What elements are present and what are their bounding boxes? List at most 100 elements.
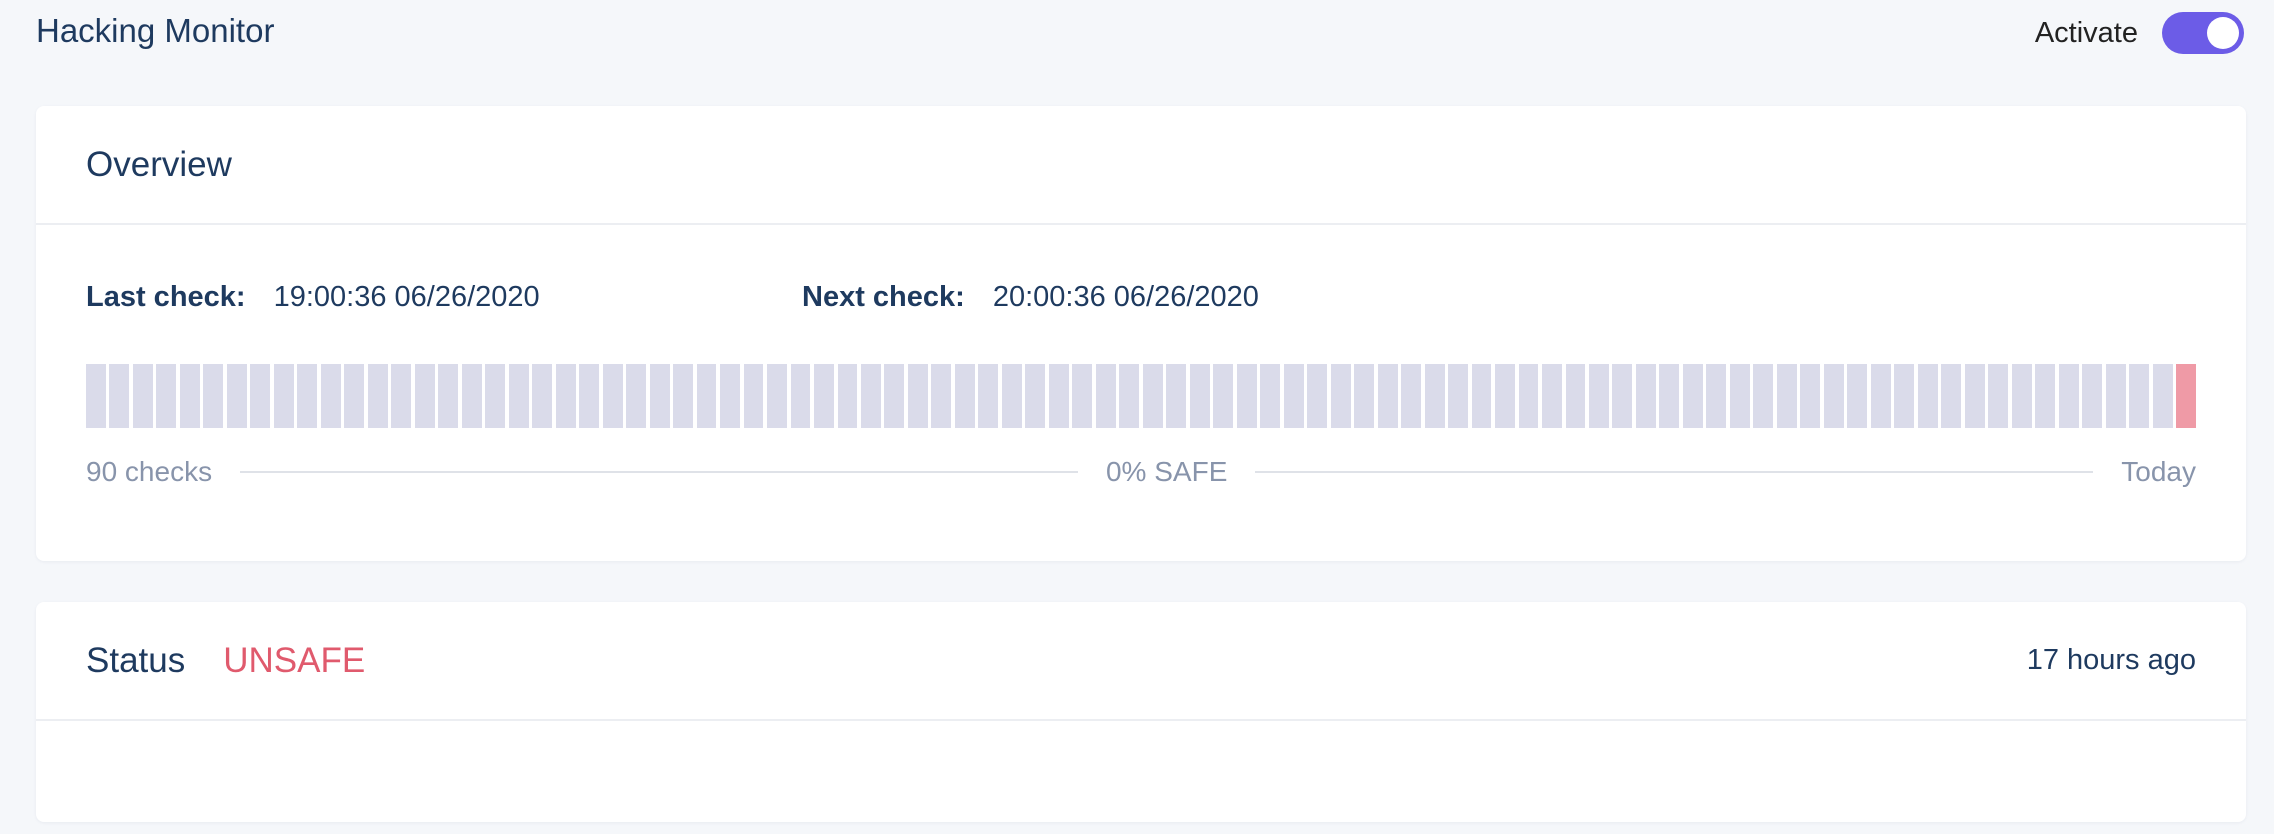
check-bar[interactable] <box>273 364 294 428</box>
check-bar[interactable] <box>1095 364 1116 428</box>
check-bar[interactable] <box>250 364 271 428</box>
check-bar[interactable] <box>767 364 787 428</box>
check-bar[interactable] <box>1917 364 1938 428</box>
check-bar[interactable] <box>1236 364 1257 428</box>
check-bar[interactable] <box>1330 364 1351 428</box>
check-bar[interactable] <box>226 364 247 428</box>
check-bar[interactable] <box>1518 364 1539 428</box>
check-bar[interactable] <box>1354 364 1375 428</box>
check-bar[interactable] <box>1001 364 1022 428</box>
check-bar[interactable] <box>203 364 224 428</box>
check-bar[interactable] <box>1448 364 1468 428</box>
check-bar[interactable] <box>132 364 153 428</box>
check-bar[interactable] <box>1682 364 1703 428</box>
check-bar[interactable] <box>2176 364 2196 428</box>
check-bar[interactable] <box>1894 364 1915 428</box>
check-bar[interactable] <box>1142 364 1163 428</box>
check-bar[interactable] <box>461 364 482 428</box>
next-check: Next check: 20:00:36 06/26/2020 <box>802 281 1259 314</box>
check-bar[interactable] <box>837 364 858 428</box>
check-bar[interactable] <box>1260 364 1281 428</box>
check-bar[interactable] <box>860 364 881 428</box>
check-bar[interactable] <box>391 364 412 428</box>
check-bar[interactable] <box>344 364 365 428</box>
check-bar[interactable] <box>954 364 975 428</box>
check-bar[interactable] <box>1753 364 1774 428</box>
check-bar[interactable] <box>884 364 905 428</box>
next-check-value: 20:00:36 06/26/2020 <box>992 281 1259 313</box>
check-bar[interactable] <box>1800 364 1821 428</box>
check-bar[interactable] <box>1307 364 1328 428</box>
check-history-legend: 90 checks 0% SAFE Today <box>86 452 2196 492</box>
check-bar[interactable] <box>320 364 341 428</box>
check-bar[interactable] <box>1166 364 1187 428</box>
legend-divider-left <box>240 471 1078 473</box>
status-badge: UNSAFE <box>223 640 366 680</box>
check-bar[interactable] <box>2105 364 2126 428</box>
check-bar[interactable] <box>1542 364 1562 428</box>
legend-divider-right <box>1255 471 2094 473</box>
check-bar[interactable] <box>1377 364 1398 428</box>
check-bar[interactable] <box>367 364 388 428</box>
check-bar[interactable] <box>790 364 811 428</box>
check-bar[interactable] <box>673 364 693 428</box>
check-bar[interactable] <box>1424 364 1445 428</box>
check-bar[interactable] <box>1870 364 1891 428</box>
check-bar[interactable] <box>1072 364 1093 428</box>
check-bar[interactable] <box>1659 364 1680 428</box>
check-bar[interactable] <box>555 364 576 428</box>
check-bar[interactable] <box>1283 364 1304 428</box>
check-bar[interactable] <box>649 364 670 428</box>
check-bar[interactable] <box>626 364 647 428</box>
check-bar[interactable] <box>156 364 177 428</box>
check-bar[interactable] <box>2082 364 2103 428</box>
check-bar[interactable] <box>579 364 600 428</box>
check-bar[interactable] <box>2129 364 2150 428</box>
check-bar[interactable] <box>2011 364 2032 428</box>
check-bar[interactable] <box>109 364 130 428</box>
check-bar[interactable] <box>1401 364 1422 428</box>
check-bar[interactable] <box>1471 364 1492 428</box>
check-bar[interactable] <box>814 364 834 428</box>
check-bar[interactable] <box>1635 364 1656 428</box>
check-bar[interactable] <box>1025 364 1046 428</box>
check-bar[interactable] <box>532 364 553 428</box>
check-bar[interactable] <box>2152 364 2173 428</box>
check-bar[interactable] <box>1048 364 1069 428</box>
check-bar[interactable] <box>2035 364 2056 428</box>
check-bar[interactable] <box>2058 364 2079 428</box>
check-bar[interactable] <box>1213 364 1234 428</box>
check-bar[interactable] <box>297 364 318 428</box>
check-bar[interactable] <box>1189 364 1210 428</box>
check-bar[interactable] <box>1119 364 1140 428</box>
activate-toggle[interactable] <box>2162 12 2244 54</box>
check-bar[interactable] <box>1847 364 1868 428</box>
check-bar[interactable] <box>438 364 459 428</box>
check-bar[interactable] <box>1729 364 1750 428</box>
check-bar[interactable] <box>602 364 623 428</box>
check-bar[interactable] <box>1589 364 1609 428</box>
check-bar[interactable] <box>1988 364 2009 428</box>
check-bar[interactable] <box>1706 364 1727 428</box>
status-time: 17 hours ago <box>2026 644 2196 676</box>
check-bar[interactable] <box>485 364 506 428</box>
check-bar[interactable] <box>1565 364 1586 428</box>
check-bar[interactable] <box>508 364 529 428</box>
check-bar[interactable] <box>978 364 999 428</box>
check-bar[interactable] <box>1964 364 1985 428</box>
check-bar[interactable] <box>1823 364 1844 428</box>
check-bar[interactable] <box>907 364 928 428</box>
page-title: Hacking Monitor <box>36 12 275 49</box>
overview-title: Overview <box>86 144 232 184</box>
check-bar[interactable] <box>1612 364 1633 428</box>
check-bar[interactable] <box>1776 364 1797 428</box>
check-bar[interactable] <box>931 364 952 428</box>
check-bar[interactable] <box>414 364 435 428</box>
check-bar[interactable] <box>1941 364 1962 428</box>
check-bar[interactable] <box>720 364 740 428</box>
check-bar[interactable] <box>86 364 106 428</box>
check-bar[interactable] <box>743 364 764 428</box>
check-bar[interactable] <box>696 364 717 428</box>
check-bar[interactable] <box>1495 364 1515 428</box>
check-bar[interactable] <box>179 364 200 428</box>
